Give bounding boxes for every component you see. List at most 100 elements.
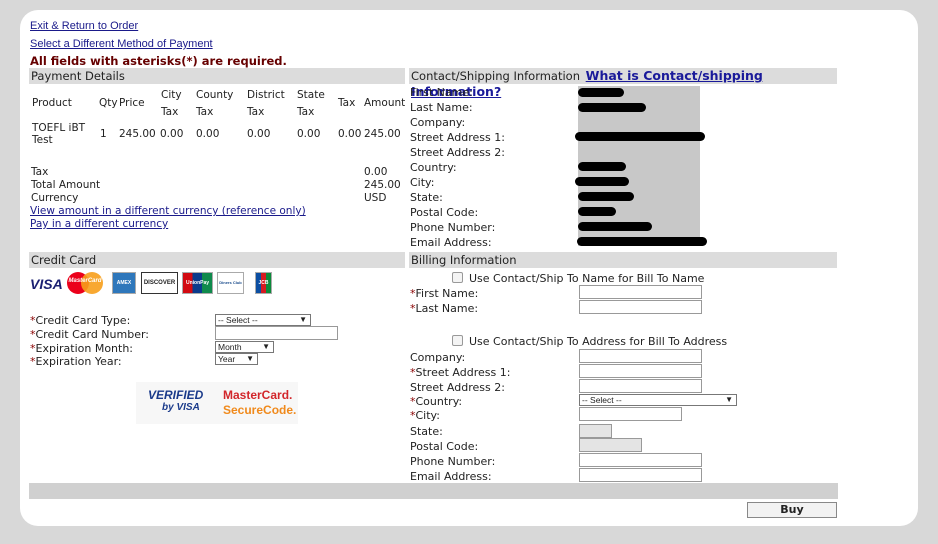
col-amount: Amount (364, 97, 406, 109)
bill-phone-label: Phone Number: (410, 455, 496, 468)
exit-return-link[interactable]: Exit & Return to Order (30, 20, 138, 32)
redacted-email (577, 237, 707, 246)
bill-country-select[interactable]: -- Select -- ▼ (579, 394, 737, 406)
bill-last-name-label: *Last Name: (410, 302, 479, 315)
col-tax: Tax (338, 97, 356, 109)
total-amount-label: Total Amount (31, 179, 101, 191)
col-qty: Qty (99, 97, 118, 109)
payment-details-header: Payment Details (29, 68, 405, 84)
col-state-tax-line2: Tax (297, 106, 315, 118)
security-badges: VERIFIED by VISA MasterCard. SecureCode. (136, 382, 298, 424)
row-qty: 1 (100, 128, 107, 140)
bill-street1-input[interactable] (579, 364, 702, 378)
chevron-down-icon: ▼ (246, 354, 254, 363)
contact-label-last-name: Last Name: (410, 101, 473, 114)
use-contact-address-checkbox[interactable] (452, 335, 463, 346)
contact-label-street-address-1: Street Address 1: (410, 131, 505, 144)
bill-country-label: *Country: (410, 395, 463, 408)
amex-logo-text: AMEX (116, 280, 132, 286)
amex-logo: AMEX (112, 272, 136, 294)
bill-email-input[interactable] (579, 468, 702, 482)
required-fields-note: All fields with asterisks(*) are require… (30, 54, 287, 68)
credit-card-header: Credit Card (29, 252, 405, 268)
bill-street2-input[interactable] (579, 379, 702, 393)
visa-logo: VISA (30, 276, 63, 292)
jcb-logo: JCB (255, 272, 272, 294)
currency-label: Currency (31, 192, 79, 204)
contact-label-country: Country: (410, 161, 457, 174)
exp-month-select[interactable]: Month ▼ (215, 341, 274, 353)
bill-first-name-input[interactable] (579, 285, 702, 299)
col-district-tax-line1: District (247, 89, 285, 101)
billing-info-title: Billing Information (411, 253, 517, 267)
contact-label-state: State: (410, 191, 443, 204)
verified-by-visa-line1: VERIFIED (148, 388, 204, 402)
exp-year-select-value: Year (218, 354, 236, 364)
contact-label-email-address: Email Address: (410, 236, 492, 249)
row-state-tax: 0.00 (297, 128, 321, 140)
contact-shipping-header: Contact/Shipping Information What is Con… (409, 68, 837, 99)
mastercard-securecode-line1: MasterCard. (223, 388, 293, 402)
row-product-line1: TOEFL iBT (32, 122, 86, 134)
contact-label-city: City: (410, 176, 435, 189)
redacted-first-name (578, 88, 624, 97)
bill-city-input[interactable] (579, 407, 682, 421)
contact-shipping-title: Contact/Shipping Information (411, 69, 581, 83)
card-number-input[interactable] (215, 326, 338, 340)
view-currency-link[interactable]: View amount in a different currency (ref… (30, 205, 306, 217)
card-number-label: *Credit Card Number: (30, 328, 150, 341)
total-amount-value: 245.00 (364, 179, 401, 191)
card-type-label: *Credit Card Type: (30, 314, 131, 327)
row-city-tax: 0.00 (160, 128, 184, 140)
bill-company-input[interactable] (579, 349, 702, 363)
col-product: Product (32, 97, 72, 109)
row-amount: 245.00 (364, 128, 401, 140)
tax-total-value: 0.00 (364, 166, 388, 178)
chevron-down-icon: ▼ (262, 342, 270, 351)
payment-details-title: Payment Details (31, 69, 125, 83)
exp-month-label: *Expiration Month: (30, 342, 134, 355)
use-contact-name-checkbox[interactable] (452, 272, 463, 283)
redacted-street-address (575, 132, 705, 141)
col-city-tax-line2: Tax (161, 106, 179, 118)
bill-last-name-input[interactable] (579, 300, 702, 314)
bill-company-label: Company: (410, 351, 466, 364)
mastercard-logo-text: MasterCard (68, 278, 102, 284)
redacted-country (578, 162, 626, 171)
unionpay-logo: UnionPay (182, 272, 213, 294)
bill-state-label: State: (410, 425, 443, 438)
col-price: Price (119, 97, 145, 109)
pay-currency-link[interactable]: Pay in a different currency (30, 218, 168, 230)
row-district-tax: 0.00 (247, 128, 271, 140)
use-contact-name-label: Use Contact/Ship To Name for Bill To Nam… (469, 272, 705, 285)
col-county-tax-line2: Tax (196, 106, 214, 118)
diners-club-logo: Diners Club (217, 272, 244, 294)
credit-card-title: Credit Card (31, 253, 97, 267)
redacted-state (578, 192, 634, 201)
select-payment-method-link[interactable]: Select a Different Method of Payment (30, 38, 213, 50)
contact-label-street-address-2: Street Address 2: (410, 146, 505, 159)
card-type-select[interactable]: -- Select -- ▼ (215, 314, 311, 326)
exp-month-select-value: Month (218, 342, 242, 352)
currency-value: USD (364, 192, 387, 204)
exp-year-select[interactable]: Year ▼ (215, 353, 258, 365)
bill-state-input[interactable] (579, 424, 612, 438)
discover-logo-text: DISCOVER (143, 280, 176, 286)
unionpay-logo-text: UnionPay (185, 280, 210, 286)
redacted-last-name (578, 103, 646, 112)
exp-year-label: *Expiration Year: (30, 355, 122, 368)
buy-button[interactable]: Buy (747, 502, 837, 518)
verified-by-visa-line2: by VISA (162, 402, 200, 413)
bill-street2-label: Street Address 2: (410, 381, 505, 394)
jcb-logo-text: JCB (258, 280, 269, 286)
chevron-down-icon: ▼ (299, 315, 307, 324)
row-tax: 0.00 (338, 128, 362, 140)
col-county-tax-line1: County (196, 89, 234, 101)
bill-street1-label: *Street Address 1: (410, 366, 511, 379)
redacted-phone (578, 222, 652, 231)
bill-postal-label: Postal Code: (410, 440, 479, 453)
bill-postal-input[interactable] (579, 438, 642, 452)
mastercard-securecode-line2: SecureCode. (223, 403, 297, 417)
bill-phone-input[interactable] (579, 453, 702, 467)
contact-label-company: Company: (410, 116, 466, 129)
